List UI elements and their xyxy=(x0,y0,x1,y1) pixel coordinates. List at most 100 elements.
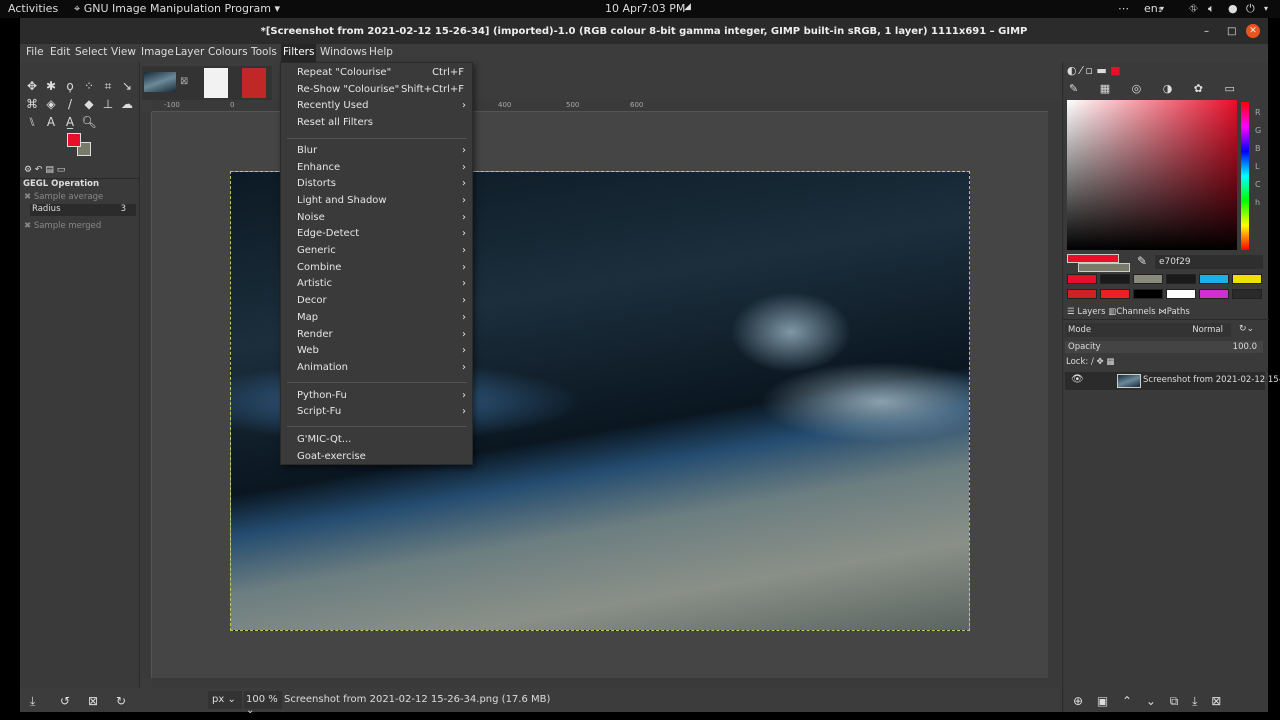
menu-item[interactable]: Recently Used › xyxy=(281,98,472,114)
menu-file[interactable]: File xyxy=(24,46,46,58)
vertical-scrollbar[interactable] xyxy=(1048,100,1060,688)
lock-position-icon[interactable]: ✥ xyxy=(1097,357,1104,367)
channel-r[interactable]: R xyxy=(1255,104,1261,122)
more-icon[interactable]: ⋯ xyxy=(1118,2,1129,15)
close-tab-icon[interactable]: ⊠ xyxy=(180,76,188,87)
maximize-button[interactable]: □ xyxy=(1227,18,1236,45)
time[interactable]: 7:03 PM xyxy=(641,2,685,15)
menu-item[interactable]: Light and Shadow › xyxy=(281,193,472,209)
sample-merged-checkbox[interactable]: ✖ Sample merged xyxy=(24,221,101,231)
transform-tool-icon[interactable]: ↘ xyxy=(119,78,135,94)
menu-edit[interactable]: Edit xyxy=(48,46,72,58)
lasso-tool-icon[interactable]: ϙ xyxy=(62,78,78,94)
mode-select[interactable]: Mode Normal xyxy=(1065,323,1231,337)
menu-item[interactable]: Enhance › xyxy=(281,160,472,176)
menu-item[interactable]: Animation › xyxy=(281,360,472,376)
fuzzy-select-icon[interactable]: ⁘ xyxy=(81,78,97,94)
color-history-swatch[interactable] xyxy=(1067,289,1097,299)
menu-item[interactable]: Noise › xyxy=(281,210,472,226)
hue-slider[interactable] xyxy=(1241,102,1249,250)
menu-item[interactable]: Goat-exercise xyxy=(281,449,472,465)
menu-image[interactable]: Image xyxy=(139,46,176,58)
close-button[interactable]: ✕ xyxy=(1246,24,1260,38)
menu-item[interactable]: Artistic › xyxy=(281,276,472,292)
opacity-slider[interactable]: Opacity 100.0 xyxy=(1065,341,1263,353)
unit-select[interactable]: px ⌄ xyxy=(208,691,242,709)
lock-alpha-icon[interactable]: ▦ xyxy=(1106,357,1114,367)
channel-c[interactable]: C xyxy=(1255,176,1261,194)
composite-mode-icon[interactable]: ↻⌄ xyxy=(1239,324,1254,334)
menu-layer[interactable]: Layer xyxy=(173,46,206,58)
menu-item[interactable]: Blur › xyxy=(281,143,472,159)
color-history-swatch[interactable] xyxy=(1232,289,1262,299)
color-square[interactable] xyxy=(1067,100,1237,250)
paintbrush-icon[interactable]: / xyxy=(62,96,78,112)
menu-item[interactable]: Repeat "Colourise" Ctrl+F xyxy=(281,65,472,81)
visibility-eye-icon[interactable]: 👁︎ xyxy=(1071,374,1084,385)
image-thumbnail[interactable] xyxy=(204,68,228,98)
bucket-fill-icon[interactable]: ◈ xyxy=(43,96,59,112)
image-thumbnail[interactable] xyxy=(242,68,266,98)
volume-icon[interactable]: 🔈︎ xyxy=(1208,2,1215,16)
channel-h[interactable]: h xyxy=(1255,194,1261,212)
menu-item[interactable]: Edge-Detect › xyxy=(281,226,472,242)
tab-layers[interactable]: Layers xyxy=(1077,307,1105,317)
channel-b[interactable]: B xyxy=(1255,140,1261,158)
menu-item[interactable]: Combine › xyxy=(281,260,472,276)
bg-color-swatch[interactable] xyxy=(1078,263,1130,272)
restore-options-icon[interactable]: ↺ xyxy=(60,694,70,708)
save-options-icon[interactable]: ⤓ xyxy=(30,694,35,709)
eraser-icon[interactable]: ◆ xyxy=(81,96,97,112)
horizontal-scrollbar[interactable] xyxy=(152,678,1048,688)
menu-item[interactable]: Web › xyxy=(281,343,472,359)
channel-l[interactable]: L xyxy=(1255,158,1261,176)
zoom-tool-icon[interactable]: 🔍︎ xyxy=(81,114,97,130)
menu-item[interactable]: Map › xyxy=(281,310,472,326)
channel-buttons[interactable]: RGBLCh xyxy=(1255,104,1261,212)
color-history-swatch[interactable] xyxy=(1100,274,1130,284)
color-history-swatch[interactable] xyxy=(1166,289,1196,299)
power-icon[interactable]: ⏻ xyxy=(1246,2,1255,16)
menu-item[interactable]: Decor › xyxy=(281,293,472,309)
radius-spinner[interactable]: Radius 3 xyxy=(30,204,136,216)
image-thumbnail[interactable] xyxy=(144,72,176,92)
menu-windows[interactable]: Windows xyxy=(318,46,369,58)
color-history-swatch[interactable] xyxy=(1232,274,1262,284)
date[interactable]: 10 Apr xyxy=(605,2,642,15)
menu-item[interactable]: Re-Show "Colourise" Shift+Ctrl+F xyxy=(281,82,472,98)
align-tool-icon[interactable]: ✱ xyxy=(43,78,59,94)
hex-input[interactable]: e70f29 xyxy=(1155,255,1263,269)
menu-select[interactable]: Select xyxy=(73,46,109,58)
minimize-button[interactable]: – xyxy=(1204,18,1209,45)
warp-tool-icon[interactable]: ⌘ xyxy=(24,96,40,112)
fg-color-swatch[interactable] xyxy=(1067,254,1119,263)
tool-options-tabs[interactable]: ⚙ ↶ ▤ ▭ xyxy=(20,165,140,179)
menu-item[interactable]: Script-Fu › xyxy=(281,404,472,420)
menu-colours[interactable]: Colours xyxy=(206,46,250,58)
tab-paths[interactable]: Paths xyxy=(1167,307,1190,317)
foreground-color[interactable] xyxy=(67,133,81,147)
measure-tool-icon[interactable]: A̲ xyxy=(62,114,78,130)
clone-tool-icon[interactable]: ⊥ xyxy=(100,96,116,112)
menu-item[interactable]: Reset all Filters xyxy=(281,115,472,131)
color-picker-icon[interactable]: ✎ xyxy=(1137,254,1147,268)
reset-options-icon[interactable]: ↻ xyxy=(116,694,126,708)
color-history-swatch[interactable] xyxy=(1067,274,1097,284)
microphone-icon[interactable]: ● xyxy=(1228,2,1238,15)
layer-actions[interactable]: ⊕ ▣ ⌃ ⌄ ⧉ ⤓ ⊠ xyxy=(1073,694,1221,709)
menu-view[interactable]: View xyxy=(109,46,138,58)
brush-pattern-tabs[interactable]: ◐ ⁄ ▫ ▬ ■ xyxy=(1067,64,1121,77)
menu-item[interactable]: Distorts › xyxy=(281,176,472,192)
menu-tools[interactable]: Tools xyxy=(249,46,279,58)
menu-item[interactable]: Generic › xyxy=(281,243,472,259)
color-selector-tabs[interactable]: ✎ ▦ ◎ ◑ ✿ ▭ xyxy=(1069,82,1263,95)
paths-tool-icon[interactable]: ⑊ xyxy=(24,114,40,130)
color-history-swatch[interactable] xyxy=(1100,289,1130,299)
text-tool-icon[interactable]: A xyxy=(43,114,59,130)
smudge-tool-icon[interactable]: ☁ xyxy=(119,96,135,112)
move-tool-icon[interactable]: ✥ xyxy=(24,78,40,94)
color-history-swatch[interactable] xyxy=(1166,274,1196,284)
color-history-swatch[interactable] xyxy=(1133,274,1163,284)
lock-pixels-icon[interactable]: / xyxy=(1091,357,1094,367)
color-history-swatch[interactable] xyxy=(1133,289,1163,299)
